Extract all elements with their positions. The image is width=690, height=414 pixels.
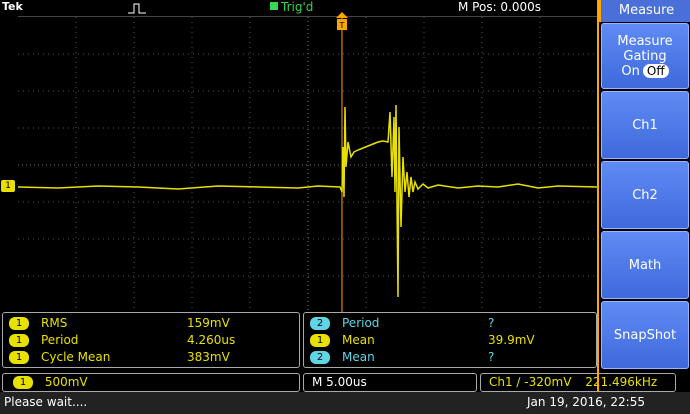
channel1-scale: 500mV bbox=[44, 375, 88, 389]
measure-gating-button[interactable]: Measure Gating On Off bbox=[601, 23, 689, 89]
gating-toggle: On Off bbox=[621, 63, 669, 79]
ch1-button[interactable]: Ch1 bbox=[601, 91, 689, 159]
measurement-row: 2 Mean ? bbox=[310, 349, 602, 366]
measurement-value: 383mV bbox=[187, 350, 230, 364]
measurement-label: RMS bbox=[41, 316, 68, 330]
channel-badge: 1 bbox=[13, 376, 33, 389]
trigger-position-icon[interactable]: T bbox=[336, 12, 348, 32]
timebase: M 5.00us bbox=[312, 375, 367, 389]
measurement-row: 1 Period 4.260us bbox=[9, 332, 305, 349]
channel-badge: 2 bbox=[310, 317, 330, 330]
trigger-setting: Ch1 ∕ -320mV bbox=[489, 375, 572, 389]
measurement-row: 2 Period ? bbox=[310, 315, 602, 332]
gating-line1: Measure bbox=[617, 33, 673, 49]
measurement-value: 39.9mV bbox=[488, 333, 535, 347]
channel-badge: 1 bbox=[310, 334, 330, 347]
measurement-value: 159mV bbox=[187, 316, 230, 330]
pulse-icon bbox=[128, 3, 146, 14]
math-button[interactable]: Math bbox=[601, 231, 689, 299]
waveform-display[interactable] bbox=[18, 16, 597, 313]
measurement-row: 1 Mean 39.9mV bbox=[310, 332, 602, 349]
message-bar: Please wait.... Jan 19, 2016, 22:55 bbox=[0, 392, 690, 414]
channel1-scale-readout: 1 500mV bbox=[2, 373, 300, 392]
measurement-value: ? bbox=[488, 350, 495, 364]
ch2-button[interactable]: Ch2 bbox=[601, 161, 689, 229]
top-status-bar: Tek Trig'd M Pos: 0.000s bbox=[0, 0, 597, 16]
measurement-label: Cycle Mean bbox=[41, 350, 111, 364]
measurement-label: Mean bbox=[342, 350, 375, 364]
datetime: Jan 19, 2016, 22:55 bbox=[527, 395, 645, 409]
measurement-row: 1 Cycle Mean 383mV bbox=[9, 349, 305, 366]
snapshot-button[interactable]: SnapShot bbox=[601, 301, 689, 369]
svg-text:T: T bbox=[339, 21, 345, 30]
channel-badge: 1 bbox=[9, 317, 29, 330]
measurement-row: 1 RMS 159mV bbox=[9, 315, 305, 332]
gating-line2: Gating bbox=[623, 48, 667, 64]
side-menu-title: Measure bbox=[599, 0, 690, 22]
channel-badge: 1 bbox=[9, 351, 29, 364]
measurement-value: 4.260us bbox=[187, 333, 236, 347]
channel1-ground-marker[interactable]: 1 bbox=[1, 180, 15, 192]
trigger-status: Trig'd bbox=[270, 0, 313, 14]
horizontal-position: M Pos: 0.000s bbox=[458, 0, 542, 14]
measurement-panel-right: 2 Period ? 1 Mean 39.9mV 2 Mean ? bbox=[303, 312, 597, 368]
brand-label: Tek bbox=[2, 0, 23, 13]
channel-badge: 1 bbox=[9, 334, 29, 347]
measurement-panel-left: 1 RMS 159mV 1 Period 4.260us 1 Cycle Mea… bbox=[2, 312, 300, 368]
measurement-label: Mean bbox=[342, 333, 375, 347]
timebase-readout: M 5.00us bbox=[303, 373, 477, 392]
channel-badge: 2 bbox=[310, 351, 330, 364]
status-message: Please wait.... bbox=[4, 395, 88, 409]
measurement-value: ? bbox=[488, 316, 495, 330]
measurement-label: Period bbox=[41, 333, 79, 347]
measurement-label: Period bbox=[342, 316, 380, 330]
